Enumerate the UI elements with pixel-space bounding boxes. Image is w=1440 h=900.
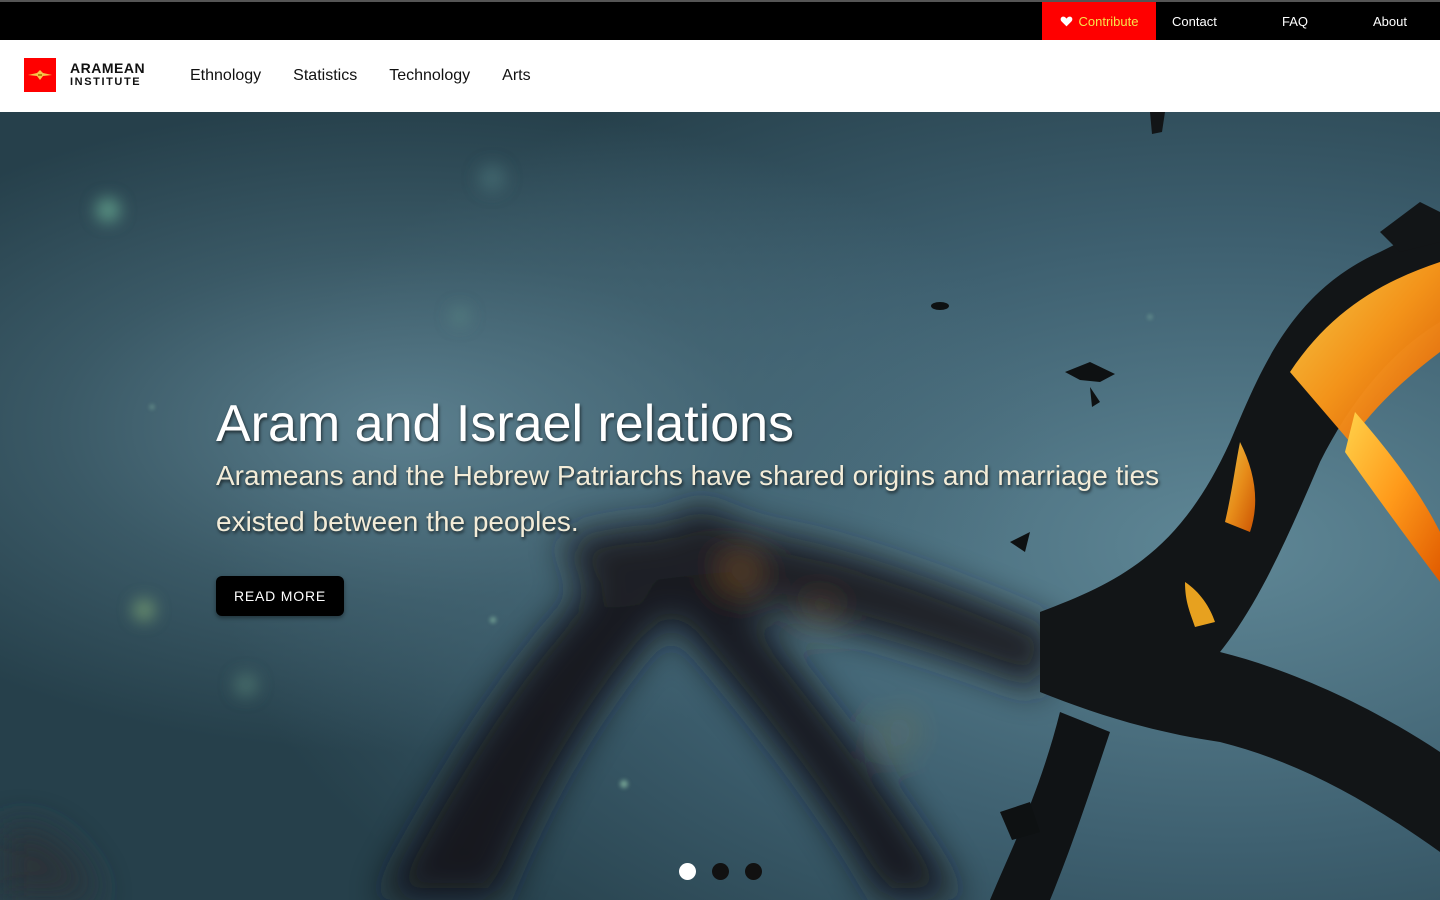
logo-emblem-icon	[24, 58, 56, 92]
slide-dot-2[interactable]	[712, 863, 729, 880]
nav-item-technology[interactable]: Technology	[389, 67, 470, 85]
hero-slider: Aram and Israel relations Arameans and t…	[0, 112, 1440, 900]
main-nav: Ethnology Statistics Technology Arts	[190, 40, 563, 112]
nav-item-statistics[interactable]: Statistics	[293, 67, 357, 85]
top-utility-bar: Contribute Contact FAQ About	[0, 0, 1440, 40]
top-link-faq[interactable]: FAQ	[1282, 2, 1308, 40]
logo-line-1: ARAMEAN	[70, 60, 146, 76]
site-logo[interactable]: ARAMEAN INSTITUTE	[24, 58, 145, 92]
slide-dot-3[interactable]	[745, 863, 762, 880]
contribute-button[interactable]: Contribute	[1042, 2, 1156, 40]
nav-item-ethnology[interactable]: Ethnology	[190, 67, 261, 85]
nav-item-arts[interactable]: Arts	[502, 67, 530, 85]
site-header: ARAMEAN INSTITUTE Ethnology Statistics T…	[0, 40, 1440, 112]
contribute-label: Contribute	[1078, 13, 1139, 29]
read-more-button[interactable]: READ MORE	[216, 576, 344, 616]
hero-title: Aram and Israel relations	[216, 395, 795, 453]
logo-line-2: INSTITUTE	[70, 76, 142, 88]
heart-icon	[1060, 16, 1072, 26]
hero-subtitle: Arameans and the Hebrew Patriarchs have …	[216, 460, 1160, 537]
top-link-about[interactable]: About	[1373, 2, 1407, 40]
slide-dot-1[interactable]	[679, 863, 696, 880]
slider-pagination	[679, 863, 762, 880]
top-link-contact[interactable]: Contact	[1172, 2, 1217, 40]
